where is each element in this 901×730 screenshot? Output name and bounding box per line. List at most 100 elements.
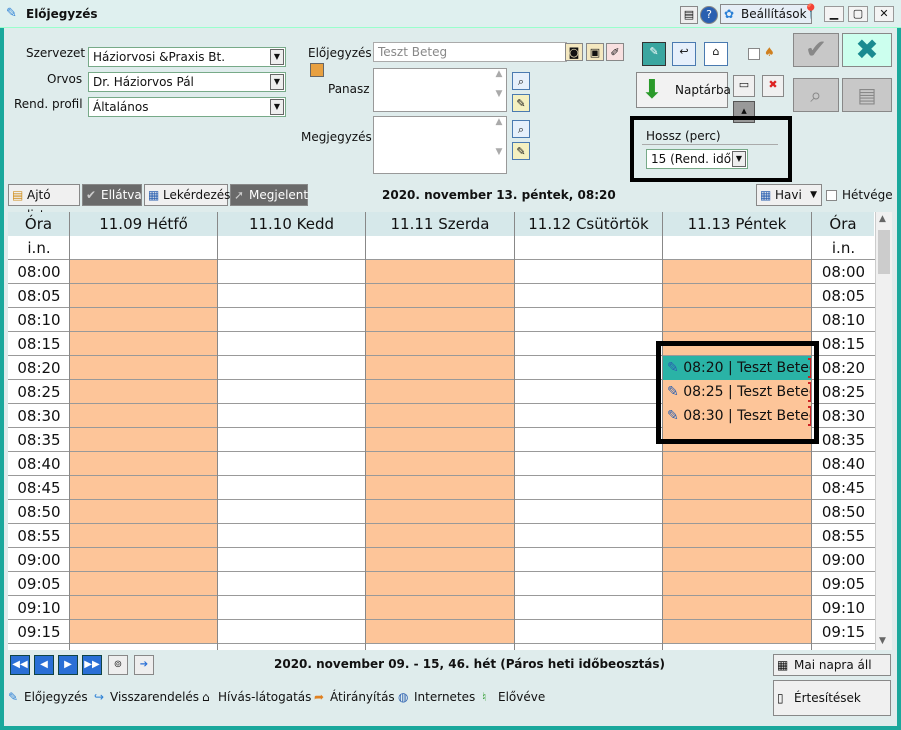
slot-cell[interactable] <box>218 620 366 644</box>
slot-cell[interactable] <box>218 332 366 356</box>
last-week-icon[interactable]: ▶▶ <box>82 655 102 675</box>
slot-cell[interactable] <box>218 500 366 524</box>
slot-cell[interactable] <box>515 524 663 548</box>
slot-cell[interactable] <box>70 236 218 260</box>
slot-cell[interactable] <box>70 524 218 548</box>
slot-cell[interactable] <box>70 356 218 380</box>
slot-cell[interactable] <box>218 428 366 452</box>
slot-cell[interactable] <box>366 308 515 332</box>
scroll-thumb[interactable] <box>878 230 890 274</box>
print-icon[interactable]: ▤ <box>680 6 698 24</box>
slot-cell[interactable] <box>515 260 663 284</box>
slot-cell[interactable] <box>663 332 812 356</box>
eraser-icon[interactable]: ✐ <box>606 43 624 61</box>
slot-cell[interactable] <box>70 452 218 476</box>
slot-cell[interactable] <box>663 308 812 332</box>
slot-cell[interactable] <box>663 476 812 500</box>
slot-cell[interactable] <box>366 332 515 356</box>
slot-cell[interactable] <box>218 308 366 332</box>
slot-cell[interactable] <box>366 476 515 500</box>
today-button[interactable]: ▦ Mai napra áll <box>773 654 891 676</box>
slot-cell[interactable] <box>515 404 663 428</box>
first-week-icon[interactable]: ◀◀ <box>10 655 30 675</box>
slot-cell[interactable] <box>218 572 366 596</box>
edit-icon[interactable]: ✎ <box>642 42 666 66</box>
orvos-select[interactable]: Dr. Háziorvos Pál ▼ <box>88 72 286 92</box>
slot-cell[interactable] <box>218 476 366 500</box>
minimize-button[interactable]: ▁ <box>824 6 844 22</box>
confirm-button[interactable]: ✔ <box>793 33 839 67</box>
megjegyzes-textarea[interactable]: ▲ ▼ <box>373 116 507 174</box>
slot-cell[interactable] <box>366 452 515 476</box>
slot-cell[interactable] <box>366 524 515 548</box>
naptarba-button[interactable]: ⬇ Naptárba <box>636 72 731 108</box>
appointment[interactable]: ✎ 08:20 | Teszt Beteg <box>663 356 812 380</box>
notes-icon[interactable]: ✎ <box>512 94 530 112</box>
appointment[interactable]: ✎ 08:30 | Teszt Beteg <box>663 404 812 428</box>
window-icon[interactable]: ▭ <box>733 75 755 97</box>
flag-checkbox[interactable] <box>748 48 760 60</box>
slot-cell[interactable] <box>663 428 812 452</box>
pin-icon[interactable]: 📍 <box>802 4 819 20</box>
slot-cell[interactable] <box>515 476 663 500</box>
slot-cell[interactable] <box>366 356 515 380</box>
slot-cell[interactable] <box>70 596 218 620</box>
appointment[interactable]: ✎ 08:25 | Teszt Beteg <box>663 380 812 404</box>
hossz-select[interactable]: 15 (Rend. idő ▼ <box>646 149 748 169</box>
close-button[interactable]: ✕ <box>874 6 894 22</box>
slot-cell[interactable] <box>218 524 366 548</box>
slot-cell[interactable] <box>218 260 366 284</box>
slot-cell[interactable] <box>663 548 812 572</box>
slot-cell[interactable] <box>515 620 663 644</box>
slot-cell[interactable] <box>663 260 812 284</box>
slot-cell[interactable] <box>218 284 366 308</box>
binoculars-icon[interactable]: ⊚ <box>108 655 128 675</box>
slot-cell[interactable] <box>218 404 366 428</box>
slot-cell[interactable] <box>70 428 218 452</box>
slot-cell[interactable] <box>515 452 663 476</box>
ellatva-button[interactable]: ✔ Ellátva <box>82 184 142 206</box>
slot-cell[interactable] <box>663 284 812 308</box>
slot-cell[interactable] <box>366 428 515 452</box>
slot-cell[interactable] <box>70 572 218 596</box>
slot-cell[interactable] <box>515 284 663 308</box>
cancel-button[interactable]: ✖ <box>842 33 892 67</box>
undo-icon[interactable]: ↩ <box>672 42 696 66</box>
preview-button[interactable]: ⌕ <box>793 78 839 112</box>
slot-cell[interactable] <box>515 572 663 596</box>
slot-cell[interactable] <box>663 236 812 260</box>
slot-cell[interactable] <box>218 380 366 404</box>
slot-cell[interactable] <box>70 500 218 524</box>
slot-cell[interactable] <box>515 548 663 572</box>
search-icon[interactable]: ⌕ <box>512 120 530 138</box>
slot-cell[interactable] <box>663 572 812 596</box>
slot-cell[interactable] <box>366 236 515 260</box>
prev-week-icon[interactable]: ◀ <box>34 655 54 675</box>
notifications-button[interactable]: ▯ Értesítések <box>773 680 891 716</box>
home-icon[interactable]: ⌂ <box>704 42 728 66</box>
slot-cell[interactable] <box>70 284 218 308</box>
slot-cell[interactable] <box>366 500 515 524</box>
slot-cell[interactable] <box>70 620 218 644</box>
slot-cell[interactable] <box>70 260 218 284</box>
lekerdezes-button[interactable]: ▦ Lekérdezés <box>144 184 230 206</box>
slot-cell[interactable] <box>218 356 366 380</box>
hetvege-checkbox[interactable] <box>826 190 837 201</box>
profil-select[interactable]: Általános ▼ <box>88 97 286 117</box>
patient-field[interactable]: Teszt Beteg <box>373 42 567 62</box>
scroll-up-icon[interactable]: ▲ <box>879 214 886 224</box>
vertical-scrollbar[interactable]: ▲ ▼ <box>875 212 892 650</box>
slot-cell[interactable] <box>366 260 515 284</box>
slot-cell[interactable] <box>515 428 663 452</box>
panasz-textarea[interactable]: ▲ ▼ <box>373 68 507 112</box>
slot-cell[interactable] <box>366 572 515 596</box>
slot-cell[interactable] <box>366 596 515 620</box>
slot-cell[interactable] <box>70 380 218 404</box>
help-icon[interactable]: ? <box>700 6 718 24</box>
slot-cell[interactable] <box>515 308 663 332</box>
slot-cell[interactable] <box>366 284 515 308</box>
slot-cell[interactable] <box>515 500 663 524</box>
slot-cell[interactable] <box>70 332 218 356</box>
slot-cell[interactable] <box>70 404 218 428</box>
notes-icon[interactable]: ✎ <box>512 142 530 160</box>
